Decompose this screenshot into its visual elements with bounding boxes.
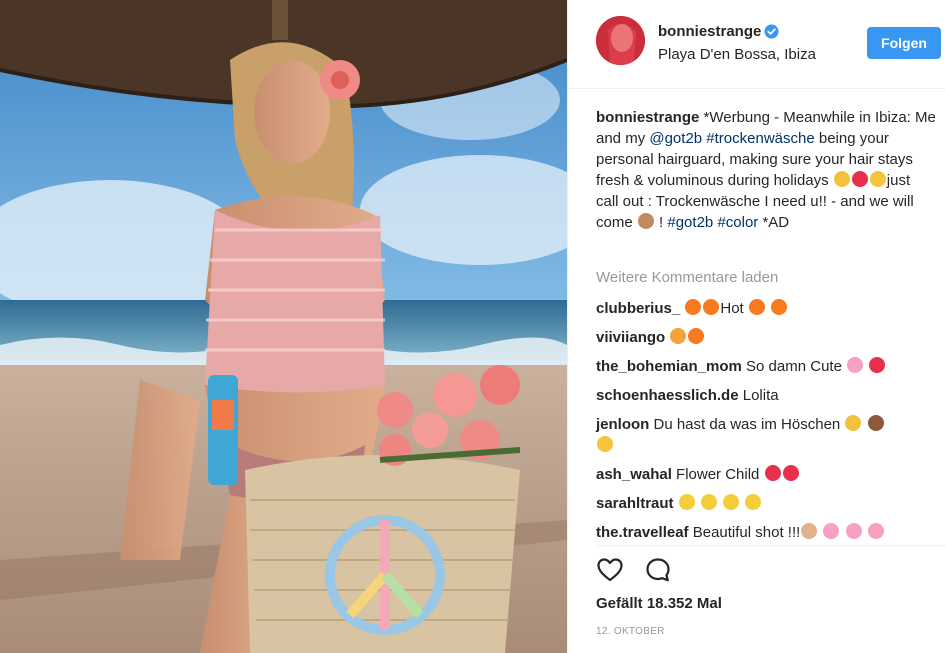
wink-emoji-icon — [869, 171, 886, 187]
heart-emoji-icon — [764, 465, 781, 481]
fire-emoji-icon — [771, 299, 788, 315]
post-username[interactable]: bonniestrange — [658, 23, 761, 40]
monkey-emoji-icon — [867, 415, 884, 431]
comment-username[interactable]: jenloon — [596, 416, 649, 433]
heart-outline-icon[interactable] — [596, 556, 624, 584]
avatar-image — [596, 16, 645, 65]
verified-badge-icon — [764, 24, 779, 39]
comment-username[interactable]: sarahltraut — [596, 495, 674, 512]
ok-hand-emoji-icon — [801, 523, 818, 539]
post-header: bonniestrange Playa D'en Bossa, Ibiza Fo… — [568, 0, 945, 89]
comment-text: Flower Child — [676, 466, 760, 483]
comment-username[interactable]: the.travelleaf — [596, 524, 689, 541]
sunglasses-emoji-icon — [833, 171, 850, 187]
like-count[interactable]: Gefällt 18.352 Mal — [596, 595, 722, 612]
actions-divider — [596, 545, 945, 546]
caption-hashtag-got2b[interactable]: #got2b — [667, 214, 713, 231]
heart-emoji-icon — [869, 357, 886, 373]
caption-mention[interactable]: @got2b — [649, 130, 702, 147]
load-more-comments-link[interactable]: Weitere Kommentare laden — [596, 269, 778, 286]
comment-username[interactable]: viiviiango — [596, 329, 665, 346]
comment-text: Beautiful shot !!! — [692, 524, 801, 541]
comment-text: Du hast da was im Höschen — [653, 416, 841, 433]
fire-emoji-icon — [688, 328, 705, 344]
fire-emoji-icon — [685, 299, 702, 315]
blossom-emoji-icon — [823, 523, 840, 539]
caption-text-5: ! — [654, 214, 668, 231]
fire-emoji-icon — [748, 299, 765, 315]
comment-item: the_bohemian_mom So damn Cute — [596, 356, 936, 377]
comment-item: sarahltraut — [596, 493, 936, 514]
comment-item: clubberius_ Hot — [596, 298, 936, 319]
post-date[interactable]: 12. OKTOBER — [596, 626, 665, 637]
post-caption: bonniestrange *Werbung - Meanwhile in Ib… — [596, 107, 936, 233]
comment-username[interactable]: clubberius_ — [596, 300, 680, 317]
follow-button[interactable]: Folgen — [867, 27, 941, 59]
caption-hashtag-trockenwaesche[interactable]: #trockenwäsche — [706, 130, 814, 147]
comment-item: ash_wahal Flower Child — [596, 464, 936, 485]
caption-text-7: *AD — [758, 214, 790, 231]
sunflower-emoji-icon — [678, 494, 695, 510]
heart-emoji-icon — [851, 171, 868, 187]
heart-eyes-emoji-icon — [670, 328, 687, 344]
heart-emoji-icon — [782, 465, 799, 481]
comment-username[interactable]: the_bohemian_mom — [596, 358, 742, 375]
beach-photo-illustration — [0, 0, 567, 653]
comment-text: Hot — [720, 300, 744, 317]
caption-hashtag-color[interactable]: #color — [717, 214, 758, 231]
sunflower-emoji-icon — [700, 494, 717, 510]
flexed-bicep-emoji-icon — [637, 213, 654, 229]
confused-emoji-icon — [845, 415, 862, 431]
caption-username[interactable]: bonniestrange — [596, 109, 699, 126]
blossom-emoji-icon — [845, 523, 862, 539]
comment-item: viiviiango — [596, 327, 936, 348]
comment-text: Lolita — [742, 387, 779, 404]
post-location[interactable]: Playa D'en Bossa, Ibiza — [658, 46, 816, 63]
sunflower-emoji-icon — [745, 494, 762, 510]
blossom-emoji-icon — [867, 523, 884, 539]
comment-text: So damn Cute — [746, 358, 842, 375]
wink-emoji-icon — [597, 436, 613, 452]
comment-username[interactable]: schoenhaesslich.de — [596, 387, 739, 404]
blossom-emoji-icon — [847, 357, 864, 373]
post-detail-panel: bonniestrange Playa D'en Bossa, Ibiza Fo… — [567, 0, 945, 653]
comment-item: schoenhaesslich.de Lolita — [596, 385, 936, 406]
post-photo[interactable] — [0, 0, 567, 653]
comment-item: the.travelleaf Beautiful shot !!! — [596, 522, 936, 543]
speech-bubble-icon[interactable] — [644, 556, 672, 584]
comment-item: jenloon Du hast da was im Höschen — [596, 414, 936, 456]
avatar[interactable] — [596, 16, 645, 65]
sunflower-emoji-icon — [723, 494, 740, 510]
comment-username[interactable]: ash_wahal — [596, 466, 672, 483]
fire-emoji-icon — [703, 299, 720, 315]
